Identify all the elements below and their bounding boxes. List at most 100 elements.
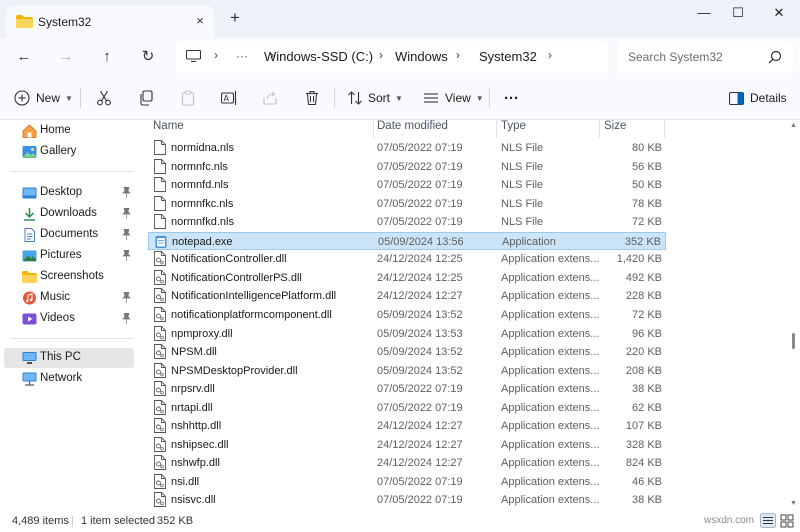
refresh-icon[interactable]: ↻: [137, 46, 159, 68]
table-row[interactable]: npmproxy.dll 05/09/2024 13:53 Application …: [148, 325, 666, 343]
new-tab-button[interactable]: +: [226, 9, 244, 28]
paste-button[interactable]: [180, 86, 196, 110]
file-date-modified: 07/05/2022 07:19: [377, 494, 463, 507]
file-name: nrtapi.dll: [171, 401, 213, 414]
table-row[interactable]: NotificationController.dll 24/12/2024 12:…: [148, 250, 666, 268]
breadcrumb-windows[interactable]: Windows: [395, 49, 448, 64]
nav-item-downloads[interactable]: Downloads: [4, 204, 134, 224]
forward-arrow-icon[interactable]: →: [55, 46, 77, 68]
close-window-button[interactable]: ✕: [762, 2, 796, 26]
file-list: ⌃ Name Date modified Type Size normidna.…: [140, 120, 790, 510]
table-row[interactable]: normnfkc.nls 07/05/2022 07:19 NLS File 78 K…: [148, 195, 666, 213]
table-row[interactable]: nrtapi.dll 07/05/2022 07:19 Application ex…: [148, 399, 666, 417]
file-name: nshipsec.dll: [171, 438, 229, 451]
file-icon: [154, 214, 166, 230]
details-view-icon[interactable]: [760, 513, 776, 528]
back-arrow-icon[interactable]: ←: [13, 46, 35, 68]
file-date-modified: 07/05/2022 07:19: [377, 383, 463, 396]
breadcrumb-drive[interactable]: Windows-SSD (C:): [264, 49, 373, 64]
sort-label: Sort: [368, 91, 391, 105]
copy-button[interactable]: [138, 86, 154, 110]
pin-icon[interactable]: [122, 250, 131, 261]
share-button[interactable]: [262, 86, 278, 110]
table-row[interactable]: nshipsec.dll 24/12/2024 12:27 Application …: [148, 436, 666, 454]
table-row[interactable]: nsi.dll 07/05/2022 07:19 Application exten…: [148, 473, 666, 491]
chevron-down-icon: ▼: [395, 93, 403, 103]
scroll-up-arrow-icon[interactable]: ▲: [790, 122, 797, 129]
more-options-button[interactable]: ···: [504, 86, 519, 110]
table-row[interactable]: notificationplatformcomponent.dll 05/09/2…: [148, 306, 666, 324]
file-type: Application extens...: [501, 308, 600, 321]
table-row[interactable]: NPSMDesktopProvider.dll 05/09/2024 13:52 A…: [148, 362, 666, 380]
column-header-size[interactable]: Size: [604, 120, 626, 138]
nav-item-this-pc[interactable]: This PC: [4, 348, 134, 368]
table-row[interactable]: NotificationIntelligencePlatform.dll 24/1…: [148, 287, 666, 305]
table-row[interactable]: NPSM.dll 05/09/2024 13:52 Application exte…: [148, 343, 666, 361]
table-row[interactable]: NotificationControllerPS.dll 24/12/2024 1…: [148, 269, 666, 287]
nav-item-pictures[interactable]: Pictures: [4, 246, 134, 266]
vertical-scrollbar[interactable]: ▲ ▼: [789, 120, 798, 510]
rename-button[interactable]: A: [221, 86, 238, 110]
maximize-button[interactable]: ☐: [721, 2, 755, 26]
file-type: Application extens...: [501, 290, 600, 303]
table-row[interactable]: normnfc.nls 07/05/2022 07:19 NLS File 56 KB: [148, 158, 666, 176]
table-row[interactable]: normidna.nls 07/05/2022 07:19 NLS File 80 K…: [148, 139, 666, 157]
file-size: 220 KB: [625, 346, 662, 359]
tab-close-icon[interactable]: ×: [192, 13, 208, 29]
search-input[interactable]: Search System32: [618, 41, 793, 73]
sort-button[interactable]: Sort ▼: [347, 86, 403, 110]
details-button[interactable]: Details: [729, 86, 787, 110]
table-row-selected[interactable]: notepad.exe 05/09/2024 13:56 Application 35…: [148, 231, 666, 250]
table-row[interactable]: normnfd.nls 07/05/2022 07:19 NLS File 50 KB: [148, 176, 666, 194]
file-type: Application extens...: [501, 475, 600, 488]
pin-icon[interactable]: [122, 313, 131, 324]
file-type: Application extens...: [501, 253, 600, 266]
column-divider[interactable]: [373, 120, 374, 138]
view-button[interactable]: View ▼: [423, 86, 484, 110]
table-row[interactable]: nshhttp.dll 24/12/2024 12:27 Application e…: [148, 417, 666, 435]
file-type: Application: [502, 235, 556, 248]
scroll-down-arrow-icon[interactable]: ▼: [790, 500, 797, 507]
notepad-app-icon: [155, 235, 167, 248]
table-row[interactable]: nshwfp.dll 24/12/2024 12:27 Application ex…: [148, 454, 666, 472]
column-divider[interactable]: [664, 120, 665, 138]
nav-item-videos[interactable]: Videos: [4, 309, 134, 329]
column-divider[interactable]: [599, 120, 600, 138]
table-row[interactable]: nrpsrv.dll 07/05/2022 07:19 Application ex…: [148, 380, 666, 398]
nav-item-network[interactable]: Network: [4, 369, 134, 389]
pin-icon[interactable]: [122, 187, 131, 198]
cut-button[interactable]: [96, 86, 112, 110]
nav-item-documents[interactable]: Documents: [4, 225, 134, 245]
breadcrumb-more-button[interactable]: ···: [236, 49, 248, 63]
nav-item-desktop[interactable]: Desktop: [4, 183, 134, 203]
file-size: 96 KB: [632, 327, 662, 340]
scrollbar-thumb[interactable]: [792, 333, 795, 349]
nav-item-home[interactable]: Home: [4, 121, 134, 141]
pin-icon[interactable]: [122, 229, 131, 240]
up-arrow-icon[interactable]: ↑: [96, 46, 118, 68]
nav-item-music[interactable]: Music: [4, 288, 134, 308]
new-button[interactable]: New ▼: [14, 86, 73, 110]
delete-button[interactable]: [304, 86, 320, 110]
file-name: notificationplatformcomponent.dll: [171, 308, 332, 321]
table-row[interactable]: normnfkd.nls 07/05/2022 07:19 NLS File 72 K…: [148, 213, 666, 231]
gallery-icon: [22, 146, 37, 158]
pin-icon[interactable]: [122, 292, 131, 303]
address-bar[interactable]: › ··· › Windows-SSD (C:) › Windows › Sys…: [176, 41, 608, 73]
nav-item-screenshots[interactable]: Screenshots: [4, 267, 134, 287]
tiles-view-icon[interactable]: [779, 513, 795, 528]
column-header-date-modified[interactable]: Date modified: [377, 120, 448, 138]
file-date-modified: 07/05/2022 07:19: [377, 216, 463, 229]
file-date-modified: 05/09/2024 13:56: [378, 235, 464, 248]
breadcrumb-system32[interactable]: System32: [479, 49, 537, 64]
file-size: 72 KB: [632, 308, 662, 321]
pin-icon[interactable]: [122, 208, 131, 219]
file-name: normnfd.nls: [171, 179, 229, 192]
tab-system32[interactable]: System32 ×: [6, 6, 214, 38]
column-header-type[interactable]: Type: [501, 120, 526, 138]
column-divider[interactable]: [496, 120, 497, 138]
table-row[interactable]: nsisvc.dll 07/05/2022 07:19 Application ex…: [148, 491, 666, 509]
minimize-button[interactable]: —: [687, 2, 721, 26]
column-header-name[interactable]: Name: [153, 120, 184, 138]
nav-item-gallery[interactable]: Gallery: [4, 142, 134, 162]
